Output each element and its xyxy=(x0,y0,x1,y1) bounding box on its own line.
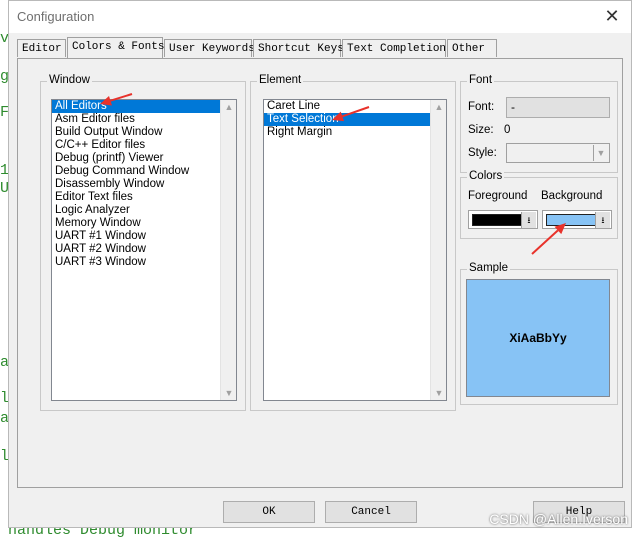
element-list-scrollbar[interactable]: ▲ ▼ xyxy=(430,100,446,400)
window-list-item[interactable]: Editor Text files xyxy=(52,191,236,204)
font-label: Font: xyxy=(468,101,495,113)
window-list-item[interactable]: Debug (printf) Viewer xyxy=(52,152,236,165)
background-color-picker[interactable]: ⭳ xyxy=(542,210,612,229)
window-title: Configuration xyxy=(17,9,95,24)
window-list-item[interactable]: UART #1 Window xyxy=(52,230,236,243)
sample-preview: XiAaBbYy xyxy=(466,279,610,397)
tab-colors-fonts[interactable]: Colors & Fonts xyxy=(67,37,164,58)
window-items: All Editors Asm Editor files Build Output … xyxy=(52,100,236,269)
window-list-item[interactable]: Build Output Window xyxy=(52,126,236,139)
element-list-item[interactable]: Caret Line xyxy=(264,100,446,113)
dropdown-arrow-icon[interactable]: ⭳ xyxy=(521,212,536,228)
scroll-down-icon[interactable]: ▼ xyxy=(221,388,236,398)
foreground-swatch xyxy=(472,214,522,226)
window-list-item[interactable]: Asm Editor files xyxy=(52,113,236,126)
tab-text-completion[interactable]: Text Completion xyxy=(342,39,446,57)
colors-group: Colors xyxy=(460,170,618,239)
tab-user-keywords[interactable]: User Keywords xyxy=(164,39,255,57)
close-icon[interactable]: ✕ xyxy=(601,5,623,27)
ok-button[interactable]: OK xyxy=(223,501,315,523)
dropdown-arrow-icon[interactable]: ⭳ xyxy=(595,212,610,228)
cancel-button[interactable]: Cancel xyxy=(325,501,417,523)
font-group-label: Font xyxy=(467,74,495,86)
element-group-label: Element xyxy=(257,74,304,86)
style-combo[interactable]: ▼ xyxy=(506,143,610,163)
window-list-item[interactable]: UART #2 Window xyxy=(52,243,236,256)
window-list-scrollbar[interactable]: ▲ ▼ xyxy=(220,100,236,400)
element-list-item[interactable]: Right Margin xyxy=(264,126,446,139)
background-swatch xyxy=(546,214,596,226)
element-list-item[interactable]: Text Selection xyxy=(264,113,446,126)
window-list-item[interactable]: Logic Analyzer xyxy=(52,204,236,217)
sample-text: XiAaBbYy xyxy=(509,331,567,345)
sample-group-label: Sample xyxy=(467,262,510,274)
window-list-item[interactable]: Disassembly Window xyxy=(52,178,236,191)
tab-editor[interactable]: Editor xyxy=(17,39,66,57)
scroll-up-icon[interactable]: ▲ xyxy=(221,102,236,112)
scroll-down-icon[interactable]: ▼ xyxy=(431,388,446,398)
window-list-item[interactable]: Debug Command Window xyxy=(52,165,236,178)
size-value: 0 xyxy=(504,124,511,136)
colors-group-label: Colors xyxy=(467,170,505,182)
font-select-button[interactable]: - xyxy=(506,97,610,118)
window-list-item[interactable]: All Editors xyxy=(52,100,236,113)
window-group-label: Window xyxy=(47,74,92,86)
window-group: Window All Editors Asm Editor files Build … xyxy=(40,74,246,411)
watermark: CSDN @Allen.Iverson xyxy=(489,511,628,527)
element-listbox[interactable]: Caret Line Text Selection Right Margin ▲ ▼ xyxy=(263,99,447,401)
window-list-item[interactable]: C/C++ Editor files xyxy=(52,139,236,152)
colors-fonts-panel: Window All Editors Asm Editor files Build … xyxy=(17,58,623,488)
element-items: Caret Line Text Selection Right Margin xyxy=(264,100,446,139)
foreground-label: Foreground xyxy=(468,190,528,202)
tab-other[interactable]: Other xyxy=(447,39,497,57)
size-label: Size: xyxy=(468,124,494,136)
style-label: Style: xyxy=(468,147,497,159)
element-group: Element Caret Line Text Selection Right Ma… xyxy=(250,74,456,411)
foreground-color-picker[interactable]: ⭳ xyxy=(468,210,538,229)
title-bar: Configuration ✕ xyxy=(9,1,631,33)
window-list-item[interactable]: UART #3 Window xyxy=(52,256,236,269)
configuration-dialog: Configuration ✕ Editor Colors & Fonts Us… xyxy=(8,0,632,528)
background-label: Background xyxy=(541,190,603,202)
chevron-down-icon[interactable]: ▼ xyxy=(593,145,608,161)
window-list-item[interactable]: Memory Window xyxy=(52,217,236,230)
window-listbox[interactable]: All Editors Asm Editor files Build Output … xyxy=(51,99,237,401)
tab-shortcut-keys[interactable]: Shortcut Keys xyxy=(253,39,344,57)
scroll-up-icon[interactable]: ▲ xyxy=(431,102,446,112)
